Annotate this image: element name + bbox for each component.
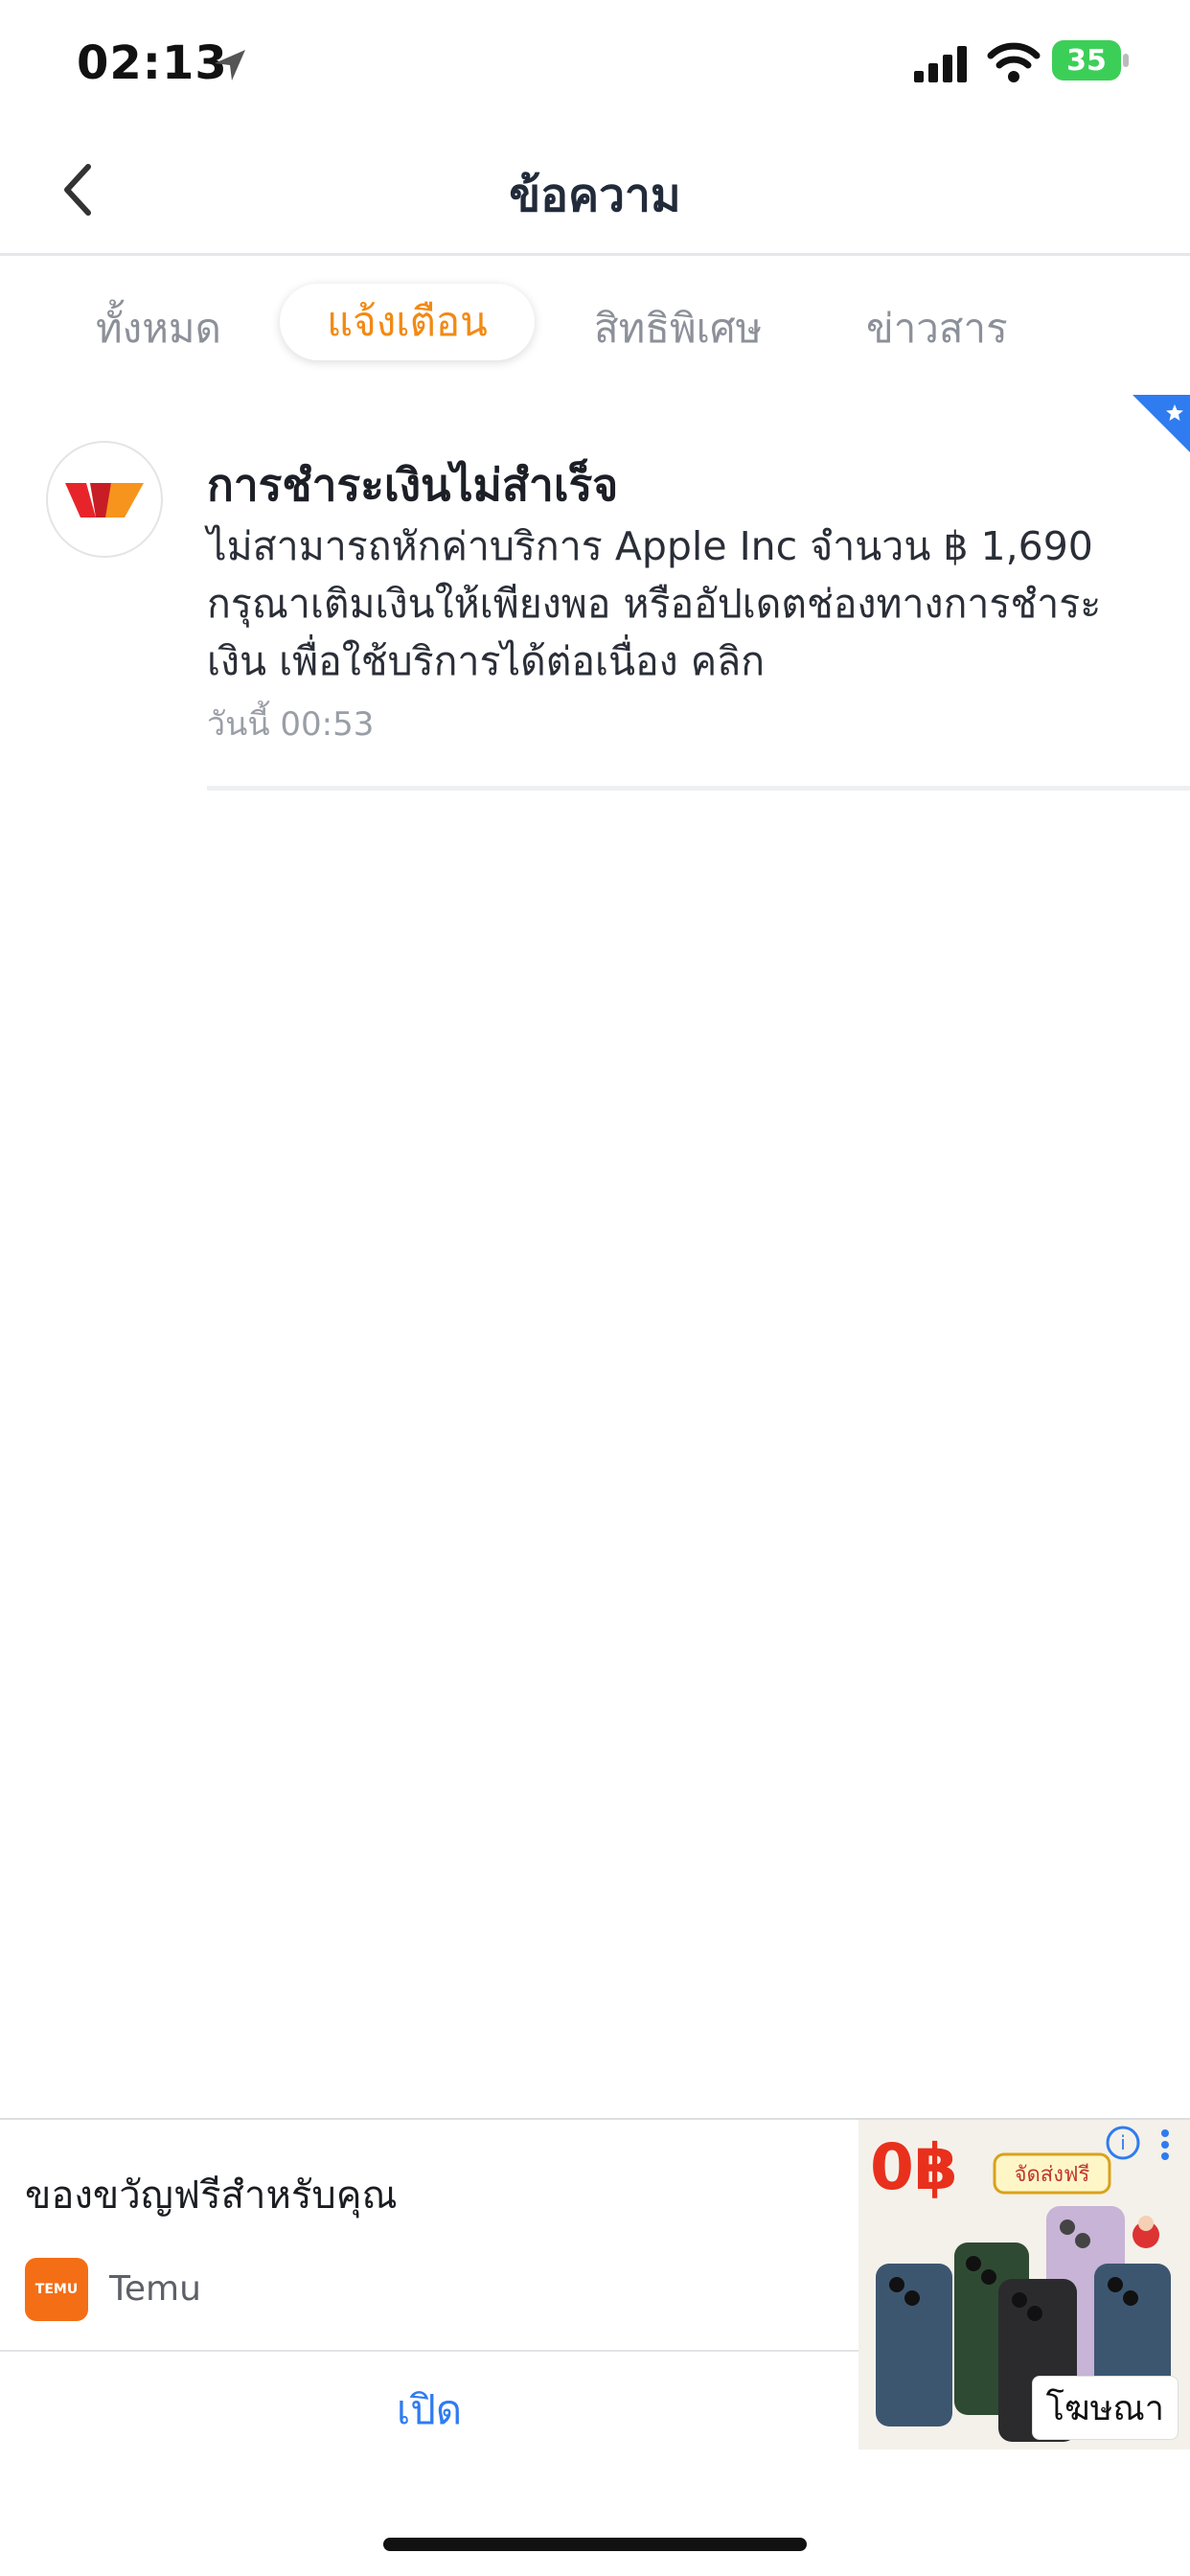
notification-time: วันนี้ 00:53 bbox=[207, 705, 375, 744]
temu-logo-text: TEMU bbox=[34, 2282, 79, 2297]
header-divider bbox=[0, 253, 1190, 256]
status-time: 02:13 bbox=[77, 36, 228, 90]
ad-banner[interactable]: ของขวัญฟรีสำหรับคุณ TEMU Temu เปิด 0฿ จั… bbox=[0, 2118, 1190, 2451]
tab-all[interactable]: ทั้งหมด bbox=[96, 297, 221, 360]
ad-open-button[interactable]: เปิด bbox=[0, 2379, 858, 2442]
battery-charging-icon: 35 bbox=[1052, 40, 1129, 80]
star-ribbon-icon bbox=[1133, 395, 1190, 452]
notification-body[interactable]: ไม่สามารถหักค่าบริการ Apple Inc จำนวน ฿ … bbox=[207, 518, 1127, 690]
ad-info[interactable]: ของขวัญฟรีสำหรับคุณ TEMU Temu เปิด bbox=[0, 2120, 859, 2450]
wallet-logo-icon bbox=[65, 483, 144, 518]
signal-icon bbox=[914, 46, 967, 82]
ad-title: ของขวัญฟรีสำหรับคุณ bbox=[25, 2174, 398, 2218]
ad-label: โฆษณา bbox=[1031, 2376, 1179, 2440]
battery-level: 35 bbox=[1052, 40, 1121, 80]
temu-logo: TEMU bbox=[25, 2258, 88, 2321]
notification-title[interactable]: การชำระเงินไม่สำเร็จ bbox=[207, 450, 618, 520]
wifi-icon bbox=[987, 42, 1041, 82]
ad-divider bbox=[0, 2350, 858, 2352]
tab-alerts[interactable]: แจ้งเตือน bbox=[280, 284, 535, 360]
tab-news[interactable]: ข่าวสาร bbox=[866, 297, 1008, 360]
ad-image-badge: จัดส่งฟรี bbox=[1015, 2163, 1090, 2187]
svg-text:i: i bbox=[1120, 2131, 1126, 2154]
tab-privileges[interactable]: สิทธิพิเศษ bbox=[594, 297, 762, 360]
location-arrow-icon bbox=[215, 50, 245, 80]
sender-logo bbox=[46, 441, 163, 558]
page-title: ข้อความ bbox=[509, 169, 681, 222]
list-divider bbox=[207, 786, 1190, 791]
home-indicator[interactable] bbox=[383, 2538, 807, 2551]
ad-image[interactable]: 0฿ จัดส่งฟรี i โฆษณา bbox=[858, 2120, 1190, 2450]
ad-brand: Temu bbox=[109, 2269, 201, 2309]
ad-image-price: 0฿ bbox=[870, 2130, 958, 2204]
